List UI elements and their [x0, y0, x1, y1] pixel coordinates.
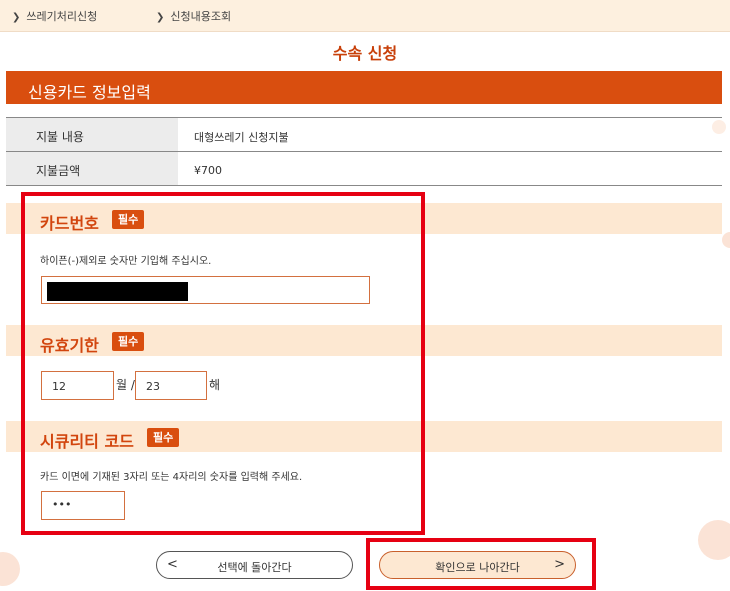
next-button[interactable]: 확인으로 나아간다 > [379, 551, 576, 579]
breadcrumb-item-application-inquiry[interactable]: ❯ 신청내용조회 [156, 8, 231, 24]
section-title: 신용카드 정보입력 [28, 83, 151, 102]
payment-content-label: 지불 내용 [6, 118, 178, 151]
breadcrumb: ❯ 쓰레기처리신청 ❯ 신청내용조회 [0, 0, 730, 32]
section-header: 신용카드 정보입력 [6, 71, 722, 104]
highlight-frame-form [21, 192, 425, 535]
table-divider [6, 185, 722, 186]
page-title: 수속 신청 [332, 44, 398, 63]
decorative-circle [722, 232, 730, 248]
back-button[interactable]: < 선택에 돌아간다 [156, 551, 353, 579]
payment-amount-value: ¥700 [194, 164, 222, 177]
payment-amount-label: 지불금액 [6, 152, 178, 185]
payment-content-value: 대형쓰레기 신청지불 [194, 131, 289, 144]
chevron-right-icon: > [554, 557, 565, 572]
decorative-circle [698, 520, 730, 560]
breadcrumb-item-waste-application[interactable]: ❯ 쓰레기처리신청 [12, 8, 97, 24]
chevron-right-icon: ❯ [156, 12, 165, 23]
decorative-circle [712, 120, 726, 134]
chevron-right-icon: ❯ [12, 12, 21, 23]
decorative-circle [0, 552, 20, 586]
